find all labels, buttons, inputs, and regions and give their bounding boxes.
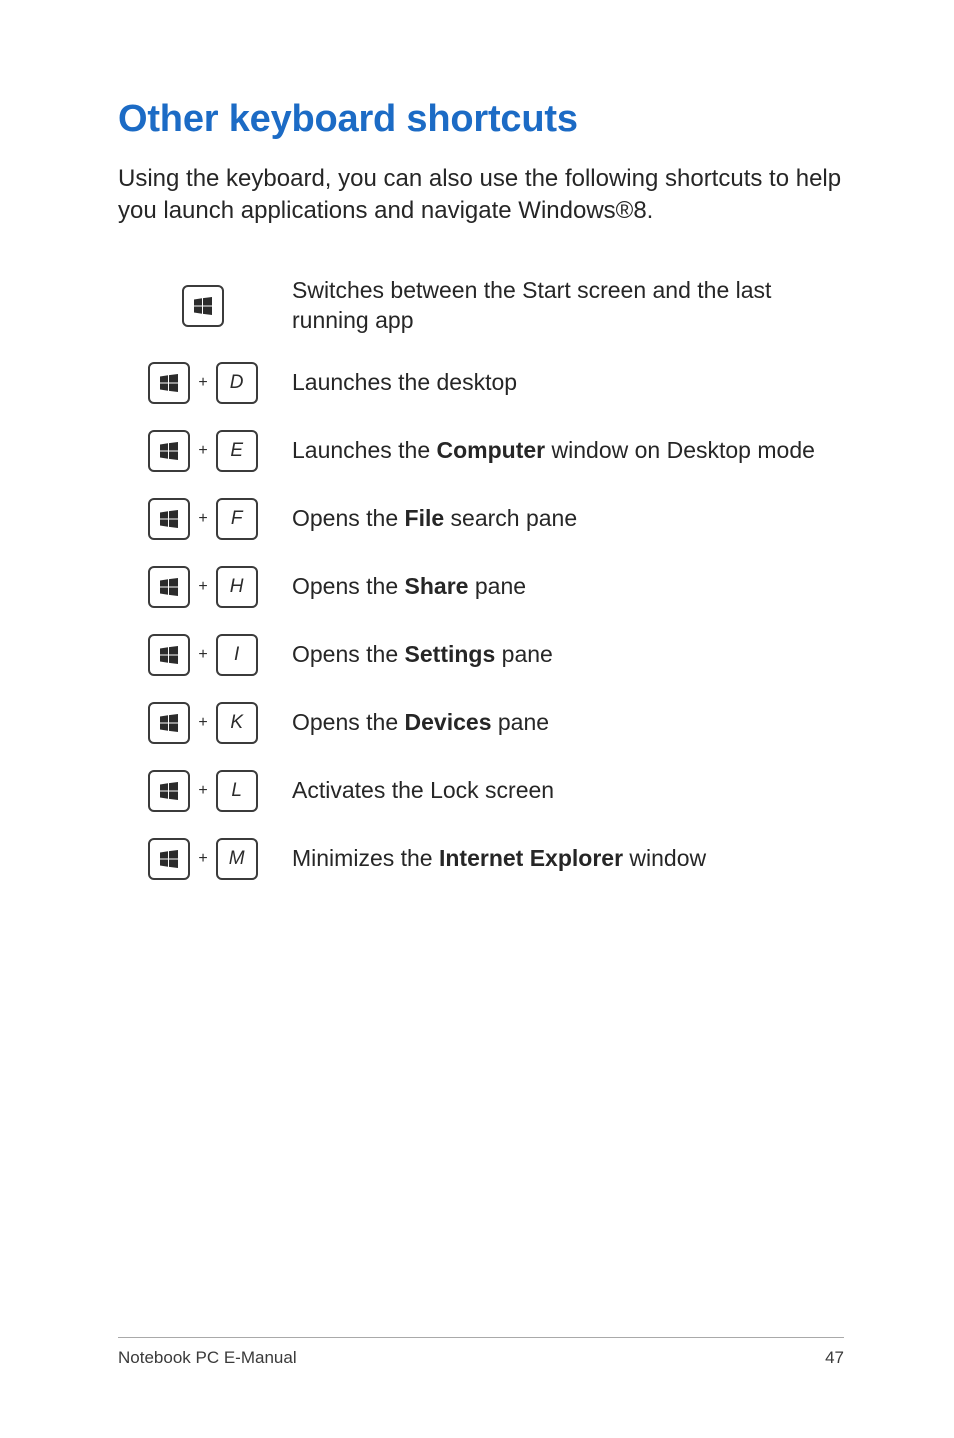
windows-logo-icon xyxy=(160,578,178,596)
windows-logo-icon xyxy=(160,850,178,868)
page-footer: Notebook PC E-Manual 47 xyxy=(118,1337,844,1368)
windows-logo-icon xyxy=(160,782,178,800)
shortcut-row: +MMinimizes the Internet Explorer window xyxy=(118,838,844,880)
shortcut-row: +ELaunches the Computer window on Deskto… xyxy=(118,430,844,472)
shortcut-description: Minimizes the Internet Explorer window xyxy=(288,844,844,874)
letter-key: D xyxy=(216,362,258,404)
shortcut-description: Switches between the Start screen and th… xyxy=(288,276,844,336)
letter-key: L xyxy=(216,770,258,812)
windows-logo-icon xyxy=(160,374,178,392)
windows-key xyxy=(148,702,190,744)
key-combo: +E xyxy=(118,430,288,472)
key-combo: +L xyxy=(118,770,288,812)
windows-key xyxy=(148,430,190,472)
key-combo: +F xyxy=(118,498,288,540)
shortcut-description: Launches the desktop xyxy=(288,368,844,398)
shortcut-description: Opens the File search pane xyxy=(288,504,844,534)
windows-logo-icon xyxy=(160,442,178,460)
key-combo: +D xyxy=(118,362,288,404)
plus-separator: + xyxy=(196,850,209,868)
windows-logo-icon xyxy=(160,714,178,732)
plus-separator: + xyxy=(196,646,209,664)
plus-separator: + xyxy=(196,714,209,732)
key-combo: +I xyxy=(118,634,288,676)
shortcut-description: Opens the Settings pane xyxy=(288,640,844,670)
footer-doc-title: Notebook PC E-Manual xyxy=(118,1348,297,1368)
key-combo xyxy=(118,285,288,327)
key-combo: +M xyxy=(118,838,288,880)
windows-key xyxy=(148,498,190,540)
page-title: Other keyboard shortcuts xyxy=(118,98,844,141)
plus-separator: + xyxy=(196,374,209,392)
shortcut-description: Launches the Computer window on Desktop … xyxy=(288,436,844,466)
page-content: Other keyboard shortcuts Using the keybo… xyxy=(0,0,954,880)
windows-key xyxy=(148,770,190,812)
plus-separator: + xyxy=(196,442,209,460)
intro-paragraph: Using the keyboard, you can also use the… xyxy=(118,163,844,228)
shortcut-row: +HOpens the Share pane xyxy=(118,566,844,608)
shortcut-description: Activates the Lock screen xyxy=(288,776,844,806)
shortcut-row: Switches between the Start screen and th… xyxy=(118,276,844,336)
footer-page-number: 47 xyxy=(825,1348,844,1368)
windows-key xyxy=(148,566,190,608)
windows-logo-icon xyxy=(194,297,212,315)
shortcut-description: Opens the Devices pane xyxy=(288,708,844,738)
plus-separator: + xyxy=(196,510,209,528)
windows-logo-icon xyxy=(160,510,178,528)
plus-separator: + xyxy=(196,782,209,800)
letter-key: M xyxy=(216,838,258,880)
windows-key xyxy=(148,634,190,676)
shortcut-row: +LActivates the Lock screen xyxy=(118,770,844,812)
windows-key xyxy=(148,838,190,880)
shortcut-row: +IOpens the Settings pane xyxy=(118,634,844,676)
plus-separator: + xyxy=(196,578,209,596)
shortcut-description: Opens the Share pane xyxy=(288,572,844,602)
shortcut-row: +KOpens the Devices pane xyxy=(118,702,844,744)
windows-key xyxy=(148,362,190,404)
letter-key: E xyxy=(216,430,258,472)
letter-key: I xyxy=(216,634,258,676)
windows-logo-icon xyxy=(160,646,178,664)
letter-key: K xyxy=(216,702,258,744)
letter-key: F xyxy=(216,498,258,540)
letter-key: H xyxy=(216,566,258,608)
windows-key xyxy=(182,285,224,327)
shortcut-row: +FOpens the File search pane xyxy=(118,498,844,540)
shortcut-table: Switches between the Start screen and th… xyxy=(118,276,844,880)
shortcut-row: +DLaunches the desktop xyxy=(118,362,844,404)
key-combo: +K xyxy=(118,702,288,744)
key-combo: +H xyxy=(118,566,288,608)
